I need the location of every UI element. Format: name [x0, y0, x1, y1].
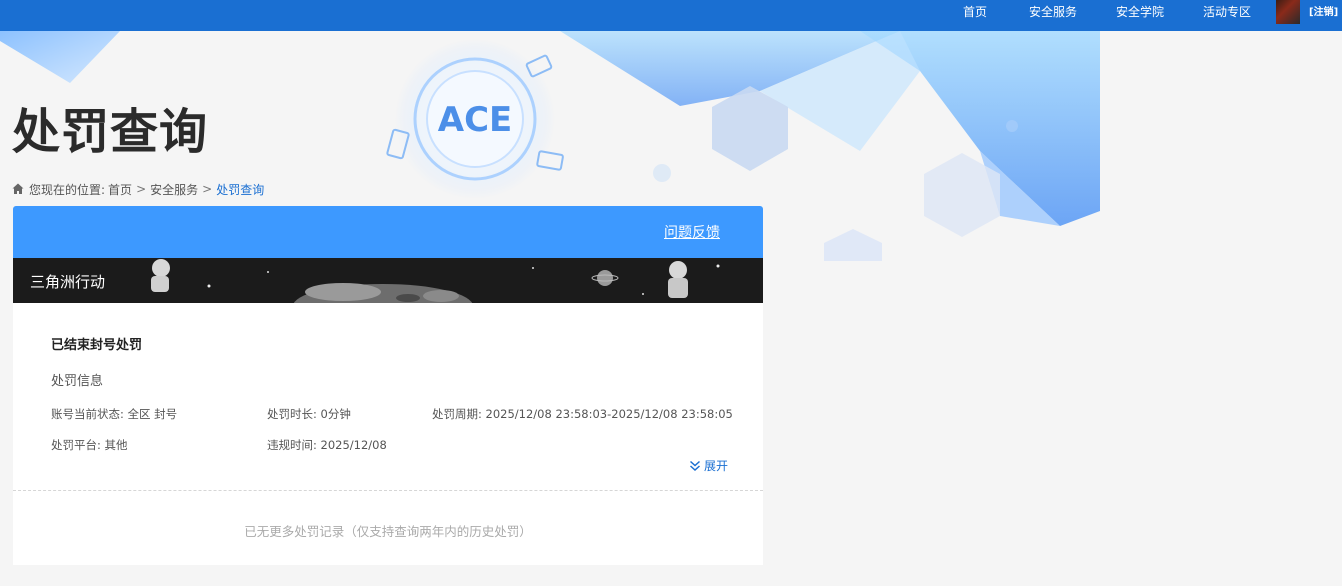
violation-time-field: 违规时间: 2025/12/08 [267, 438, 387, 452]
nav-item-security-services[interactable]: 安全服务 [1029, 0, 1077, 31]
home-icon [12, 183, 24, 194]
breadcrumb: 您现在的位置: 首页 > 安全服务 > 处罚查询 [12, 180, 264, 198]
page-title: 处罚查询 [12, 104, 209, 160]
breadcrumb-separator: > [202, 182, 213, 196]
nav-item-home[interactable]: 首页 [963, 0, 987, 31]
ace-logo: ACE [438, 100, 513, 140]
nav-item-security-academy[interactable]: 安全学院 [1116, 0, 1164, 31]
game-banner: 三角洲行动 [13, 258, 763, 303]
divider [13, 490, 763, 491]
breadcrumb-current: 处罚查询 [216, 182, 265, 197]
breadcrumb-security-services-link[interactable]: 安全服务 [150, 181, 198, 198]
game-banner-art [151, 259, 720, 303]
expand-button[interactable]: 展开 [689, 457, 728, 474]
penalty-platform-field: 处罚平台: 其他 [51, 438, 128, 452]
penalty-record-card: 已结束封号处罚 处罚信息 账号当前状态: 全区 封号 处罚时长: 0分钟 处罚周… [13, 303, 763, 565]
breadcrumb-home-link[interactable]: 首页 [108, 181, 132, 198]
game-name: 三角洲行动 [30, 273, 106, 291]
section-label: 处罚信息 [51, 374, 104, 389]
expand-label: 展开 [704, 459, 729, 473]
feedback-link[interactable]: 问题反馈 [664, 222, 720, 242]
top-nav-bar: 首页 安全服务 安全学院 活动专区 [注销] [0, 0, 1342, 31]
nav-item-events[interactable]: 活动专区 [1203, 0, 1251, 31]
avatar[interactable] [1276, 0, 1300, 24]
card-header: 问题反馈 [13, 206, 763, 258]
double-chevron-down-icon [690, 460, 700, 471]
record-title: 已结束封号处罚 [51, 338, 143, 353]
penalty-duration-field: 处罚时长: 0分钟 [267, 407, 351, 421]
account-status-field: 账号当前状态: 全区 封号 [51, 407, 178, 421]
logout-link[interactable]: [注销] [1309, 0, 1338, 31]
breadcrumb-separator: > [136, 182, 147, 196]
breadcrumb-prefix: 您现在的位置: [29, 182, 106, 197]
penalty-period-field: 处罚周期: 2025/12/08 23:58:03-2025/12/08 23:… [432, 407, 733, 421]
no-more-records-note: 已无更多处罚记录（仅支持查询两年内的历史处罚） [244, 524, 532, 539]
